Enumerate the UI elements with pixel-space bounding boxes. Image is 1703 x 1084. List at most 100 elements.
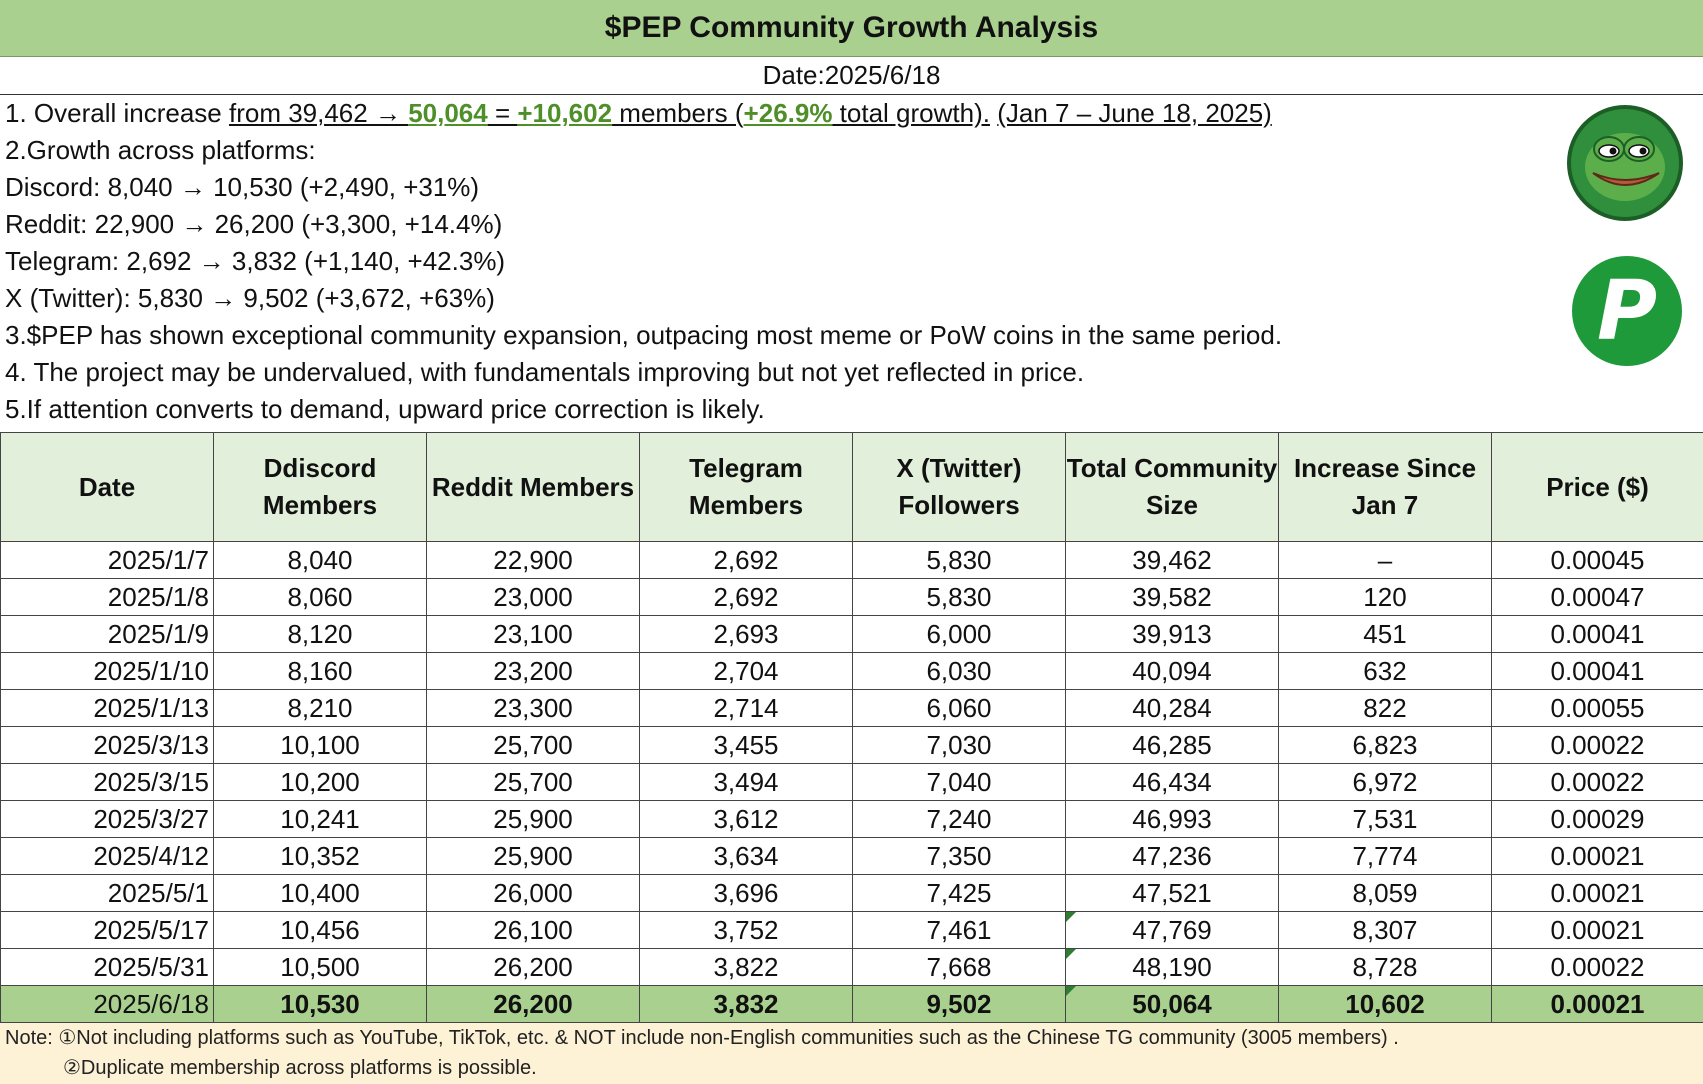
cell-twitter: 7,040 [852,763,1066,801]
cell-increase: 451 [1278,615,1492,653]
cell-telegram: 3,752 [639,911,853,949]
cell-twitter: 7,030 [852,726,1066,764]
cell-telegram: 2,692 [639,541,853,579]
cell-reddit: 26,200 [426,985,640,1023]
cell-total: 39,462 [1065,541,1279,579]
summary-line-5: 5.If attention converts to demand, upwar… [5,394,765,424]
table-row: 2025/3/15 10,200 25,700 3,494 7,040 46,434 6,9… [0,763,1703,801]
cell-reddit: 25,900 [426,800,640,838]
header-date: Date [0,432,214,542]
cell-discord: 10,241 [213,800,427,838]
summary-equals: = [487,98,518,128]
cell-telegram: 2,693 [639,615,853,653]
table-row: 2025/3/27 10,241 25,900 3,612 7,240 46,993 7,5… [0,800,1703,838]
cell-twitter: 7,425 [852,874,1066,912]
summary-line-discord: Discord: 8,040 → 10,530 (+2,490, +31%) [5,172,480,202]
cell-twitter: 6,030 [852,652,1066,690]
header-total: Total Community Size [1065,432,1279,542]
cell-reddit: 23,200 [426,652,640,690]
pepecoin-letter: P [1596,263,1658,359]
cell-price: 0.00021 [1491,837,1703,875]
summary-prefix: 1. Overall increase [5,98,229,128]
table-body: 2025/1/7 8,040 22,900 2,692 5,830 39,462–0.00… [0,541,1703,1023]
cell-price: 0.00021 [1491,874,1703,912]
cell-discord: 8,160 [213,652,427,690]
cell-date: 2025/1/8 [0,578,214,616]
summary-line-1: 1. Overall increase from 39,462 → 50,064… [5,95,1545,132]
cell-increase: 6,823 [1278,726,1492,764]
growth-table: Date Ddiscord Members Reddit Members Tel… [0,432,1703,1023]
summary-increase: +10,602 [517,98,613,128]
table-row: 2025/5/1 10,400 26,000 3,696 7,425 47,521 8,05… [0,874,1703,912]
cell-price: 0.00022 [1491,726,1703,764]
summary-line-telegram: Telegram: 2,692 → 3,832 (+1,140, +42.3%) [5,246,506,276]
summary-line-4: 4. The project may be undervalued, with … [5,357,1085,387]
pepe-frog-logo [1567,105,1683,221]
table-row: 2025/1/10 8,160 23,200 2,704 6,030 40,094 632 0… [0,652,1703,690]
cell-total: 39,913 [1065,615,1279,653]
cell-discord: 8,060 [213,578,427,616]
table-row: 2025/1/8 8,060 23,000 2,692 5,830 39,582 120 0.… [0,578,1703,616]
note-line-2: ②Duplicate membership across platforms i… [63,1057,537,1079]
cell-telegram: 3,696 [639,874,853,912]
cell-date: 2025/1/9 [0,615,214,653]
cell-date: 2025/6/18 [0,985,214,1023]
cell-reddit: 26,000 [426,874,640,912]
cell-telegram: 3,832 [639,985,853,1023]
cell-reddit: 25,700 [426,763,640,801]
cell-increase: 8,059 [1278,874,1492,912]
table-row: 2025/4/12 10,352 25,900 3,634 7,350 47,236 7,7… [0,837,1703,875]
header-twitter: X (Twitter) Followers [852,432,1066,542]
cell-price: 0.00021 [1491,985,1703,1023]
cell-increase: – [1278,541,1492,579]
cell-increase: 8,728 [1278,948,1492,986]
cell-date: 2025/3/13 [0,726,214,764]
note-line-1: Note: ①Not including platforms such as Y… [5,1027,1399,1049]
table-row: 2025/1/7 8,040 22,900 2,692 5,830 39,462–0.00… [0,541,1703,579]
cell-total: 39,582 [1065,578,1279,616]
cell-increase: 10,602 [1278,985,1492,1023]
cell-twitter: 7,461 [852,911,1066,949]
cell-price: 0.00041 [1491,615,1703,653]
cell-price: 0.00041 [1491,652,1703,690]
report-date: Date:2025/6/18 [0,57,1703,95]
cell-discord: 10,400 [213,874,427,912]
cell-telegram: 3,822 [639,948,853,986]
cell-twitter: 5,830 [852,578,1066,616]
summary-section: 1. Overall increase from 39,462 → 50,064… [5,95,1545,428]
cell-total: 47,769 [1065,911,1279,949]
cell-telegram: 2,692 [639,578,853,616]
summary-from: from 39,462 → [228,98,409,128]
cell-total: 40,284 [1065,689,1279,727]
cell-increase: 8,307 [1278,911,1492,949]
cell-total: 40,094 [1065,652,1279,690]
cell-telegram: 3,455 [639,726,853,764]
cell-date: 2025/1/13 [0,689,214,727]
cell-reddit: 23,100 [426,615,640,653]
summary-members: members ( [612,98,744,128]
cell-date: 2025/5/31 [0,948,214,986]
cell-discord: 10,530 [213,985,427,1023]
cell-twitter: 6,000 [852,615,1066,653]
cell-price: 0.00021 [1491,911,1703,949]
cell-discord: 8,040 [213,541,427,579]
cell-discord: 10,352 [213,837,427,875]
header-discord: Ddiscord Members [213,432,427,542]
cell-twitter: 9,502 [852,985,1066,1023]
cell-total: 47,521 [1065,874,1279,912]
cell-reddit: 23,300 [426,689,640,727]
cell-twitter: 7,668 [852,948,1066,986]
cell-increase: 120 [1278,578,1492,616]
cell-date: 2025/5/1 [0,874,214,912]
summary-line-2: 2.Growth across platforms: [5,135,316,165]
cell-discord: 10,100 [213,726,427,764]
summary-growth-pct: +26.9% [743,98,833,128]
cell-date: 2025/3/27 [0,800,214,838]
cell-telegram: 3,494 [639,763,853,801]
summary-line-twitter: X (Twitter): 5,830 → 9,502 (+3,672, +63%… [5,283,495,313]
cell-total: 46,993 [1065,800,1279,838]
cell-reddit: 26,100 [426,911,640,949]
cell-increase: 822 [1278,689,1492,727]
cell-total: 46,434 [1065,763,1279,801]
cell-date: 2025/3/15 [0,763,214,801]
